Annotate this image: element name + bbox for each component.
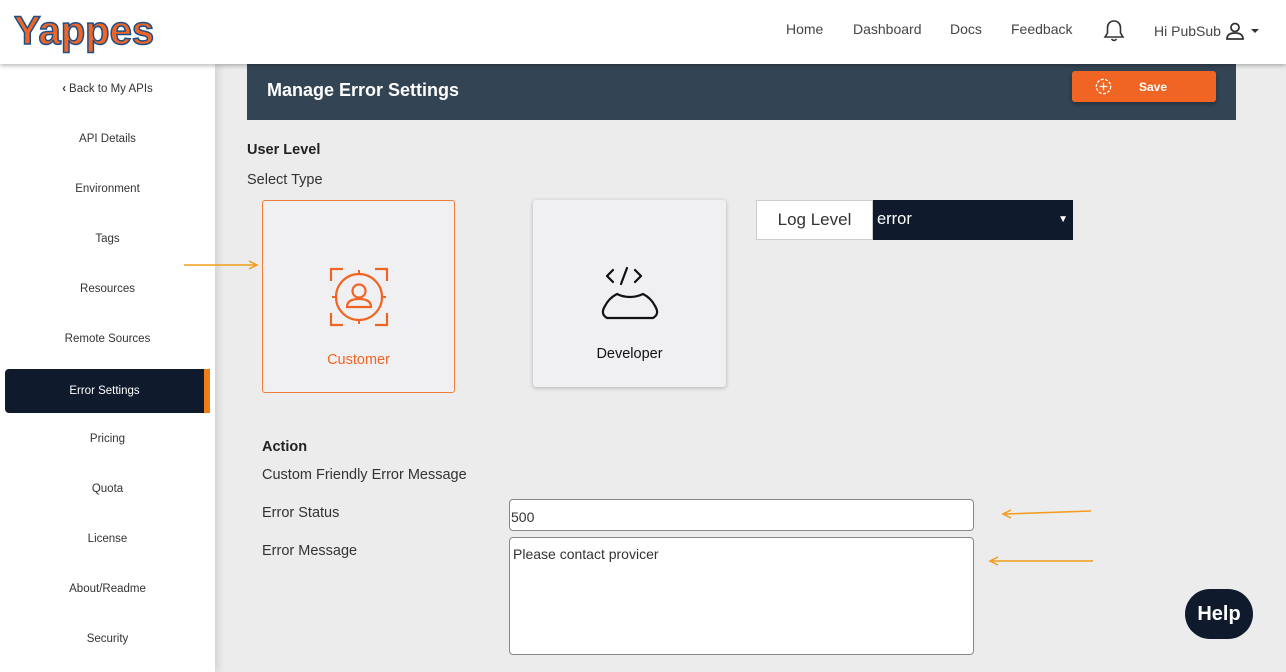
yappes-logo[interactable]: Yappes — [14, 6, 166, 56]
log-level-label: Log Level — [756, 200, 873, 240]
sidebar-item-license[interactable]: License — [5, 517, 210, 561]
error-message-label: Error Message — [262, 543, 358, 559]
chevron-left-icon: ‹ — [62, 83, 67, 95]
sidebar-item-label: About/Readme — [69, 583, 146, 595]
top-bar: Yappes Home Dashboard Docs Feedback Hi P… — [0, 0, 1286, 64]
sidebar-item-quota[interactable]: Quota — [5, 467, 210, 511]
help-button[interactable]: Help — [1185, 589, 1253, 639]
sidebar-item-label: Remote Sources — [64, 333, 151, 345]
nav-docs[interactable]: Docs — [950, 21, 982, 37]
user-menu[interactable]: Hi PubSub — [1154, 22, 1261, 40]
sidebar-item-label: Security — [86, 633, 129, 645]
customer-label: Customer — [327, 352, 390, 368]
sidebar-item-resources[interactable]: Resources — [5, 267, 210, 311]
sidebar-item-about-readme[interactable]: About/Readme — [5, 567, 210, 611]
sidebar: ‹ Back to My APIs API Details Environmen… — [0, 64, 215, 672]
developer-icon — [601, 266, 659, 320]
error-status-input[interactable]: 500 — [509, 499, 974, 531]
sidebar-item-environment[interactable]: Environment — [5, 167, 210, 211]
sidebar-item-label: Quota — [91, 483, 124, 495]
nav-home[interactable]: Home — [786, 21, 823, 37]
sidebar-item-label: Resources — [80, 283, 135, 295]
annotation-arrow — [1001, 509, 1092, 519]
sidebar-item-error-settings[interactable]: Error Settings — [5, 369, 210, 413]
back-to-my-apis-link[interactable]: ‹ Back to My APIs — [5, 67, 210, 111]
error-message-textarea[interactable]: Please contact provicer — [509, 537, 974, 655]
sidebar-item-label: API Details — [79, 133, 136, 145]
sidebar-item-pricing[interactable]: Pricing — [5, 417, 210, 461]
sidebar-item-security[interactable]: Security — [5, 617, 210, 661]
annotation-arrow — [184, 260, 259, 270]
log-level-select[interactable]: error ▼ — [873, 200, 1073, 240]
sidebar-item-label: Tags — [95, 233, 120, 245]
sidebar-item-label: Error Settings — [69, 385, 140, 397]
sidebar-item-remote-sources[interactable]: Remote Sources — [5, 317, 210, 361]
save-label: Save — [1139, 80, 1168, 94]
nav-feedback[interactable]: Feedback — [1011, 21, 1072, 37]
save-button[interactable]: Save — [1072, 71, 1216, 102]
user-icon — [1226, 22, 1244, 40]
sidebar-item-api-details[interactable]: API Details — [5, 117, 210, 161]
log-level-value: error — [877, 210, 912, 228]
sidebar-item-label: Environment — [75, 183, 140, 195]
save-gear-icon — [1095, 78, 1112, 95]
select-type-label: Select Type — [247, 172, 323, 188]
action-heading: Action — [262, 439, 308, 455]
sidebar-item-label: License — [87, 533, 128, 545]
sidebar-item-label: Pricing — [89, 433, 126, 445]
notification-bell-icon[interactable] — [1103, 19, 1125, 43]
page-header: Manage Error Settings Save — [247, 64, 1236, 120]
customer-icon — [329, 267, 389, 327]
customer-type-card[interactable]: Customer — [262, 200, 455, 393]
annotation-arrow — [988, 556, 1093, 566]
developer-type-card[interactable]: Developer — [533, 200, 726, 387]
chevron-down-icon — [1250, 29, 1259, 33]
error-status-label: Error Status — [262, 505, 340, 521]
developer-label: Developer — [596, 346, 663, 362]
user-level-heading: User Level — [247, 142, 321, 158]
caret-down-icon: ▼ — [1058, 214, 1068, 225]
svg-text:Yappes: Yappes — [14, 9, 154, 53]
user-greeting: Hi PubSub — [1154, 23, 1221, 39]
nav-dashboard[interactable]: Dashboard — [853, 21, 922, 37]
sidebar-item-tags[interactable]: Tags — [5, 217, 210, 261]
page-title: Manage Error Settings — [267, 80, 460, 100]
custom-error-message-label: Custom Friendly Error Message — [262, 467, 467, 483]
back-label: Back to My APIs — [69, 83, 153, 95]
